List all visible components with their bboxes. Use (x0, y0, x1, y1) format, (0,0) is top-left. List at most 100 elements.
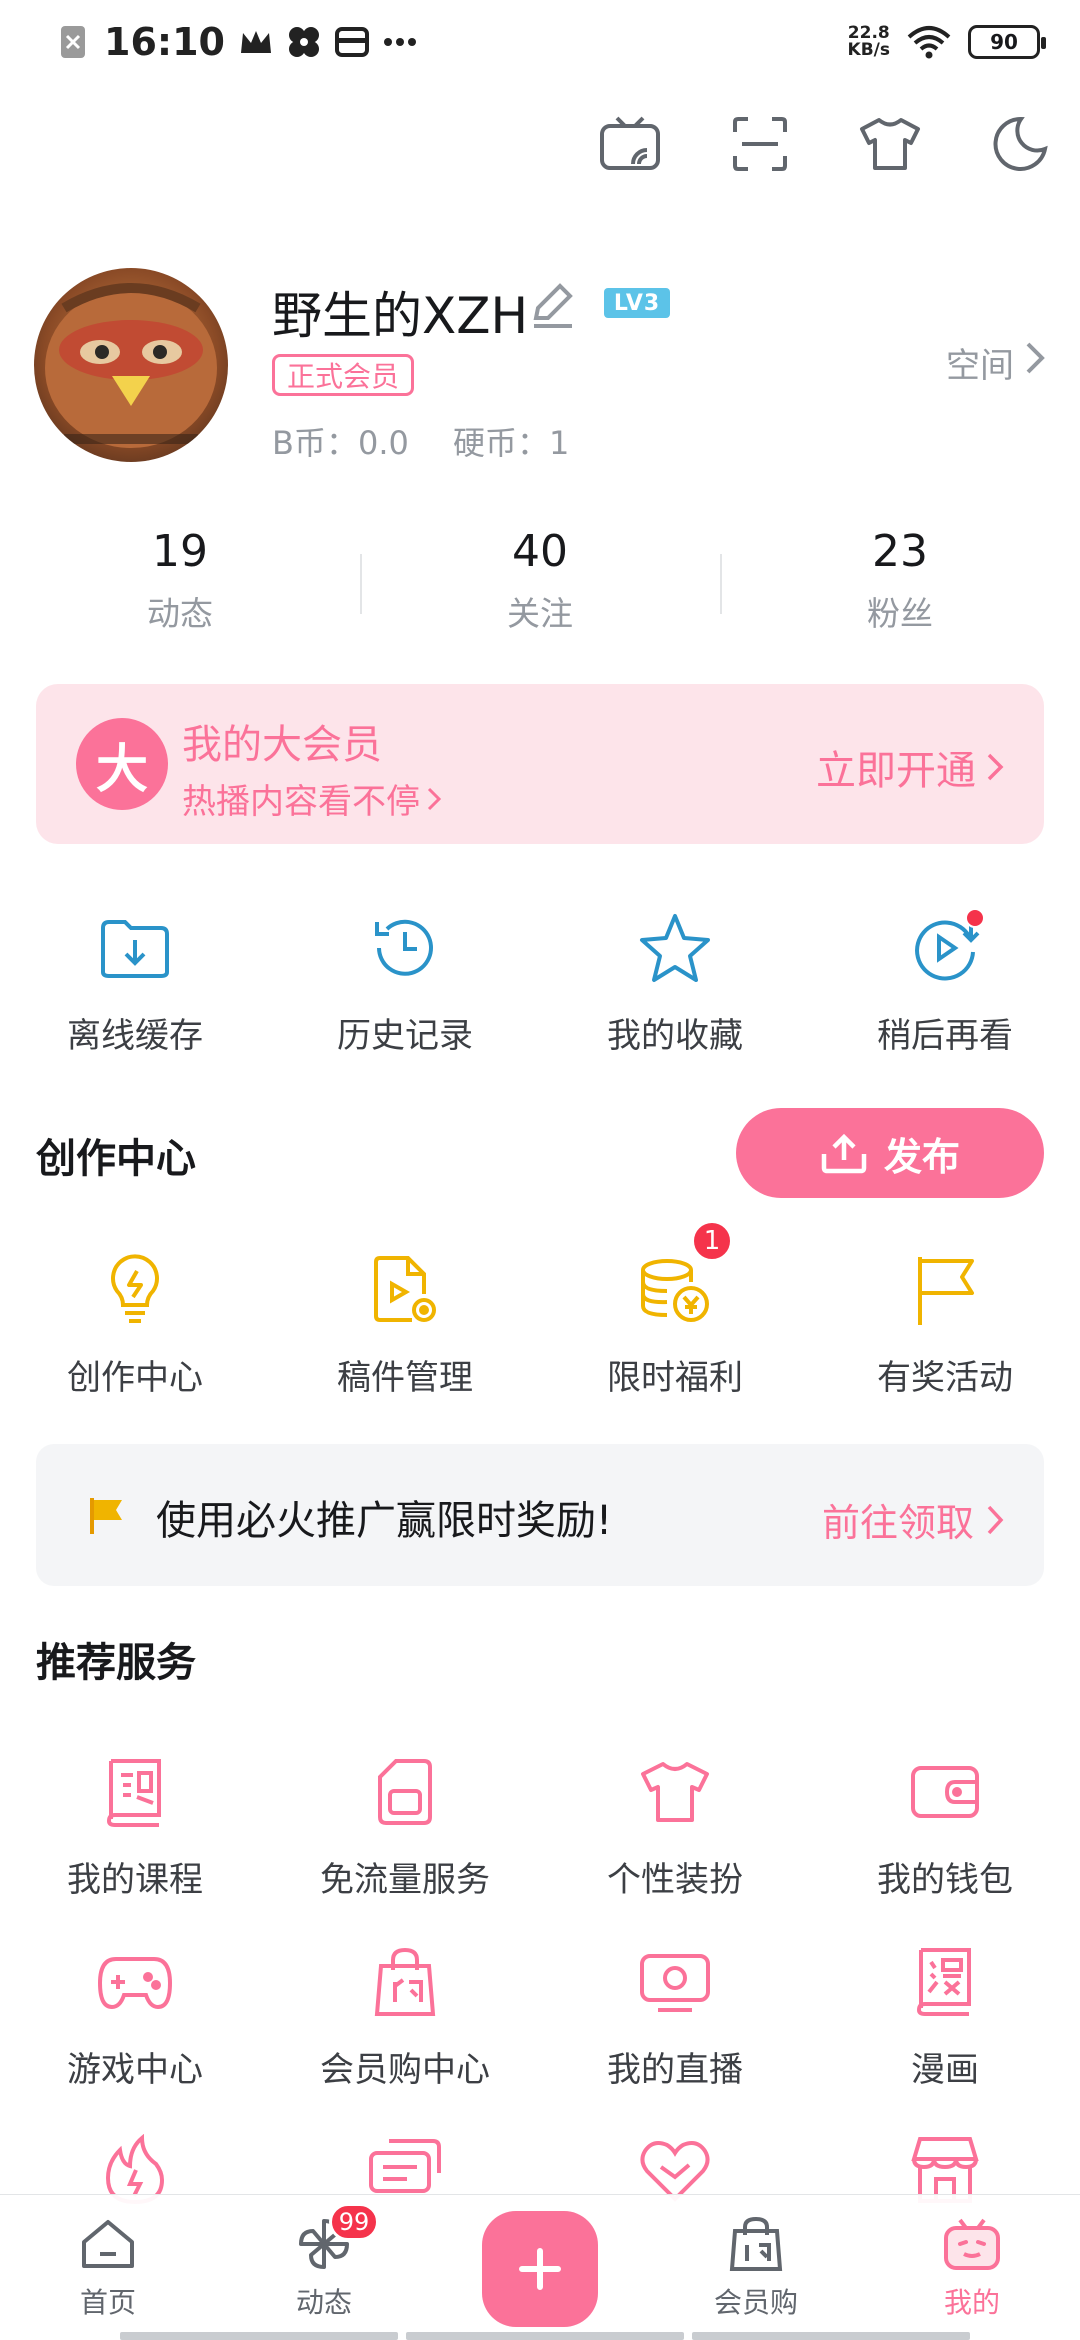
plus-icon[interactable] (482, 2211, 598, 2327)
vip-open-label: 立即开通 (816, 748, 976, 794)
chevron-right-icon (427, 787, 442, 810)
lightbulb-icon (95, 1250, 175, 1330)
service-free-data[interactable]: 免流量服务 (270, 1752, 540, 1901)
fan-icon (287, 25, 321, 59)
coin-balance: 硬币：1 (453, 424, 570, 462)
wallet-icon (905, 1752, 985, 1832)
status-bar: 16:10 22.8 KB/s 90 (0, 0, 1080, 84)
stat-value: 40 (512, 526, 568, 577)
service-personalize[interactable]: 个性装扮 (540, 1752, 810, 1901)
nav-dynamics[interactable]: 99 动态 (216, 2195, 432, 2340)
battery-indicator: 90 (968, 25, 1046, 59)
chevron-right-icon (987, 753, 1004, 781)
quick-action-history[interactable]: 历史记录 (270, 908, 540, 1057)
scan-icon[interactable] (728, 112, 792, 176)
publish-label: 发布 (883, 1134, 960, 1179)
services-row-1: 我的课程 免流量服务 个性装扮 我的钱包 (0, 1752, 1080, 1901)
promo-banner[interactable]: 使用必火推广赢限时奖励! 前往领取 (36, 1444, 1044, 1586)
bottom-nav: 首页 99 动态 会员购 我的 (0, 2194, 1080, 2340)
notification-dot (965, 908, 985, 928)
history-icon (365, 908, 445, 988)
avatar[interactable] (34, 268, 228, 462)
creation-item-events[interactable]: 有奖活动 (810, 1250, 1080, 1399)
status-time: 16:10 (104, 20, 225, 64)
service-mall-center[interactable]: 会员购中心 (270, 1942, 540, 2091)
vip-subtitle: 热播内容看不停 (182, 774, 442, 823)
member-tag[interactable]: 正式会员 (272, 354, 415, 396)
creation-item-label: 创作中心 (67, 1358, 203, 1398)
tshirt-icon (635, 1752, 715, 1832)
star-icon (635, 908, 715, 988)
vip-badge: 大 (76, 718, 168, 810)
vip-title: 我的大会员 (182, 722, 382, 768)
service-label: 我的钱包 (877, 1860, 1013, 1900)
service-comics[interactable]: 漫画 (810, 1942, 1080, 2091)
more-dots-icon (383, 25, 417, 59)
services-row-2: 游戏中心 会员购中心 我的直播 漫画 (0, 1942, 1080, 2091)
publish-button[interactable]: 发布 (736, 1108, 1044, 1198)
network-speed: 22.8 KB/s (848, 25, 890, 59)
creation-item-center[interactable]: 创作中心 (0, 1250, 270, 1399)
space-link[interactable]: 空间 (946, 338, 1046, 387)
quick-action-favorites[interactable]: 我的收藏 (540, 908, 810, 1057)
nav-label: 动态 (295, 2286, 352, 2319)
creation-item-label: 稿件管理 (337, 1358, 473, 1398)
tshirt-icon[interactable] (858, 112, 922, 176)
chevron-right-icon (1024, 340, 1046, 385)
vip-open-button[interactable]: 立即开通 (816, 738, 1004, 796)
creation-item-label: 有奖活动 (877, 1358, 1013, 1398)
stat-following[interactable]: 40 关注 (360, 526, 720, 646)
upload-icon (821, 1133, 867, 1174)
creation-center-title: 创作中心 (36, 1136, 196, 1182)
quick-action-watch-later[interactable]: 稍后再看 (810, 908, 1080, 1057)
notification-close-icon (56, 25, 90, 59)
quick-action-label: 离线缓存 (67, 1016, 203, 1056)
space-link-label: 空间 (946, 346, 1014, 386)
service-game-center[interactable]: 游戏中心 (0, 1942, 270, 2091)
stat-followers[interactable]: 23 粉丝 (720, 526, 1080, 646)
nav-mall[interactable]: 会员购 (648, 2195, 864, 2340)
course-icon (95, 1752, 175, 1832)
sim-card-icon (365, 1752, 445, 1832)
creation-item-manuscripts[interactable]: 稿件管理 (270, 1250, 540, 1399)
night-mode-icon[interactable] (988, 112, 1052, 176)
b-coin-balance: B币：0.0 (272, 424, 409, 462)
stat-label: 粉丝 (867, 594, 933, 633)
quick-action-label: 我的收藏 (607, 1016, 743, 1056)
service-wallet[interactable]: 我的钱包 (810, 1752, 1080, 1901)
creation-item-label: 限时福利 (607, 1358, 743, 1398)
service-label: 我的课程 (67, 1860, 203, 1900)
promo-claim-link[interactable]: 前往领取 (822, 1492, 1004, 1547)
coin-balances: B币：0.0 硬币：1 (272, 418, 603, 464)
top-actions (598, 112, 1052, 176)
service-courses[interactable]: 我的课程 (0, 1752, 270, 1901)
creation-item-benefits[interactable]: 1 限时福利 (540, 1220, 810, 1399)
level-badge: LV3 (604, 288, 670, 318)
nav-label: 会员购 (713, 2286, 798, 2319)
stat-dynamics[interactable]: 19 动态 (0, 526, 360, 646)
quick-action-label: 历史记录 (337, 1016, 473, 1056)
home-icon (77, 2213, 139, 2275)
dynamics-badge: 99 (329, 2203, 379, 2241)
creation-grid: 创作中心 稿件管理 1 限时福利 有奖活动 (0, 1220, 1080, 1399)
benefits-badge: 1 (691, 1220, 733, 1262)
stat-value: 23 (872, 526, 928, 577)
nav-mine[interactable]: 我的 (864, 2195, 1080, 2340)
services-title: 推荐服务 (36, 1640, 196, 1686)
nav-create[interactable] (432, 2195, 648, 2340)
tv-cast-icon[interactable] (598, 112, 662, 176)
service-label: 个性装扮 (607, 1860, 743, 1900)
coins-icon: 1 (635, 1220, 733, 1330)
pinwheel-icon: 99 (293, 2203, 379, 2275)
promo-text: 使用必火推广赢限时奖励! (156, 1498, 613, 1544)
stat-label: 动态 (147, 594, 213, 633)
nav-home[interactable]: 首页 (0, 2195, 216, 2340)
chevron-right-icon (987, 1505, 1004, 1534)
quick-actions: 离线缓存 历史记录 我的收藏 稍后再看 (0, 908, 1080, 1057)
vip-banner[interactable]: 大 我的大会员 热播内容看不停 立即开通 (36, 684, 1044, 844)
service-my-live[interactable]: 我的直播 (540, 1942, 810, 2091)
profile-header: 野生的XZH LV3 正式会员 B币：0.0 硬币：1 空间 (34, 268, 1046, 468)
edit-icon[interactable] (526, 278, 578, 330)
service-label: 免流量服务 (320, 1860, 490, 1900)
quick-action-offline-cache[interactable]: 离线缓存 (0, 908, 270, 1057)
